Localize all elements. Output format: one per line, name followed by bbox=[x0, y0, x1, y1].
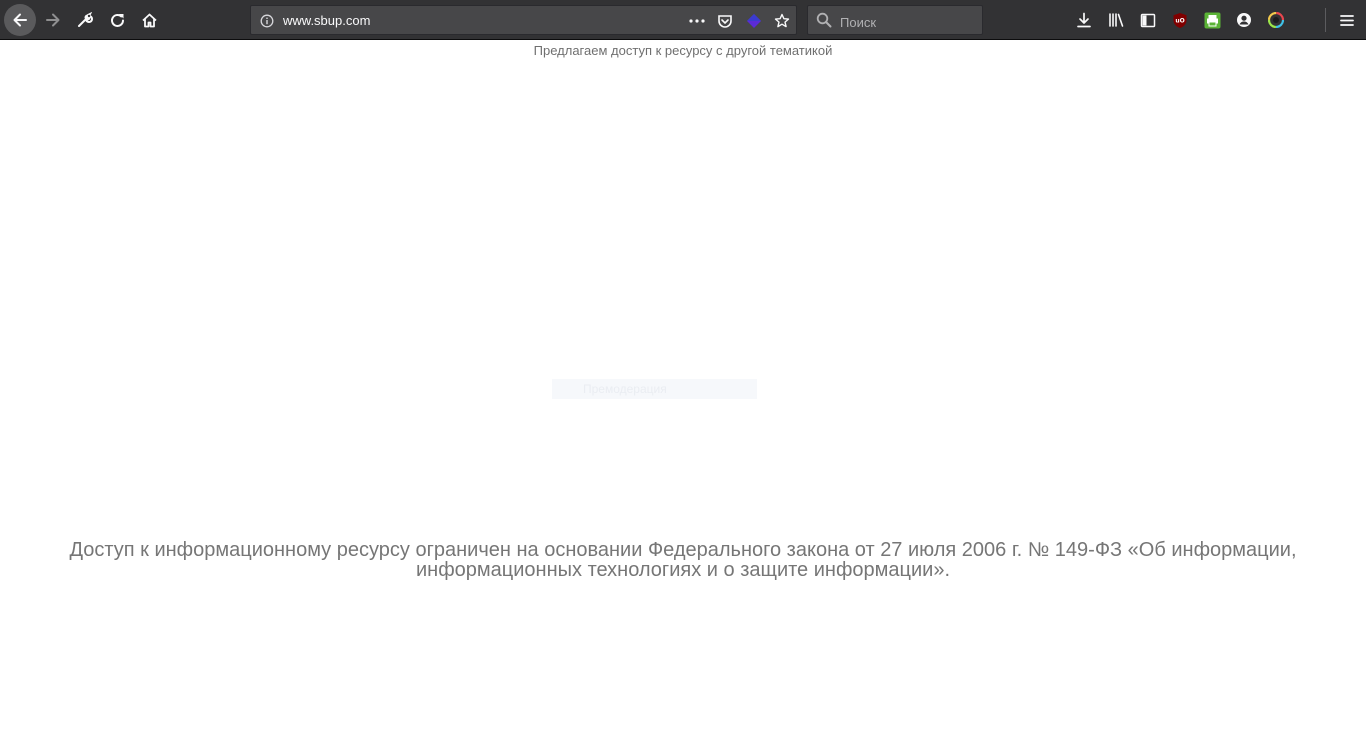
home-button[interactable] bbox=[133, 4, 165, 36]
library-button[interactable] bbox=[1100, 4, 1132, 36]
ublock-button[interactable]: uO bbox=[1164, 4, 1196, 36]
reload-icon bbox=[109, 12, 126, 29]
access-restricted-notice: Доступ к информационному ресурсу огранич… bbox=[40, 540, 1326, 580]
menu-icon bbox=[1340, 14, 1354, 27]
print-extension-button[interactable] bbox=[1196, 4, 1228, 36]
account-button[interactable] bbox=[1228, 4, 1260, 36]
extension-icon[interactable] bbox=[745, 12, 763, 30]
account-icon bbox=[1236, 12, 1252, 28]
ublock-icon: uO bbox=[1172, 12, 1188, 29]
search-icon bbox=[815, 11, 833, 29]
forward-icon bbox=[44, 11, 62, 29]
notice-line-2: информационных технологиях и о защите ин… bbox=[416, 559, 950, 581]
toolbar-divider bbox=[1325, 8, 1326, 32]
customize-button[interactable] bbox=[69, 4, 101, 36]
printer-icon bbox=[1204, 12, 1221, 29]
downloads-button[interactable] bbox=[1068, 4, 1100, 36]
home-icon bbox=[141, 12, 158, 29]
back-button[interactable] bbox=[4, 4, 36, 36]
sidebar-button[interactable] bbox=[1132, 4, 1164, 36]
wrench-icon bbox=[77, 12, 93, 28]
library-icon bbox=[1108, 12, 1125, 28]
menu-button[interactable] bbox=[1331, 4, 1363, 36]
search-input[interactable] bbox=[838, 12, 982, 32]
alternative-resource-link[interactable]: Предлагаем доступ к ресурсу с другой тем… bbox=[0, 43, 1366, 58]
url-bar[interactable]: www.sbup.com bbox=[250, 5, 797, 35]
more-icon[interactable] bbox=[688, 12, 706, 30]
download-icon bbox=[1076, 12, 1092, 28]
notice-line-1: Доступ к информационному ресурсу огранич… bbox=[69, 539, 1297, 561]
pocket-icon[interactable] bbox=[716, 12, 734, 30]
forward-button[interactable] bbox=[37, 4, 69, 36]
sidebar-icon bbox=[1140, 13, 1156, 28]
color-extension-icon bbox=[1268, 12, 1284, 28]
star-icon[interactable] bbox=[773, 12, 791, 30]
browser-toolbar: www.sbup.com Поиск uO bbox=[0, 0, 1366, 40]
back-icon bbox=[11, 11, 29, 29]
color-extension-button[interactable] bbox=[1260, 4, 1292, 36]
search-bar[interactable] bbox=[807, 5, 983, 35]
url-text[interactable]: www.sbup.com bbox=[283, 13, 370, 28]
svg-text:uO: uO bbox=[1175, 17, 1184, 24]
premoderation-label: Премодерация bbox=[552, 379, 757, 399]
info-icon[interactable] bbox=[258, 12, 276, 30]
reload-button[interactable] bbox=[101, 4, 133, 36]
